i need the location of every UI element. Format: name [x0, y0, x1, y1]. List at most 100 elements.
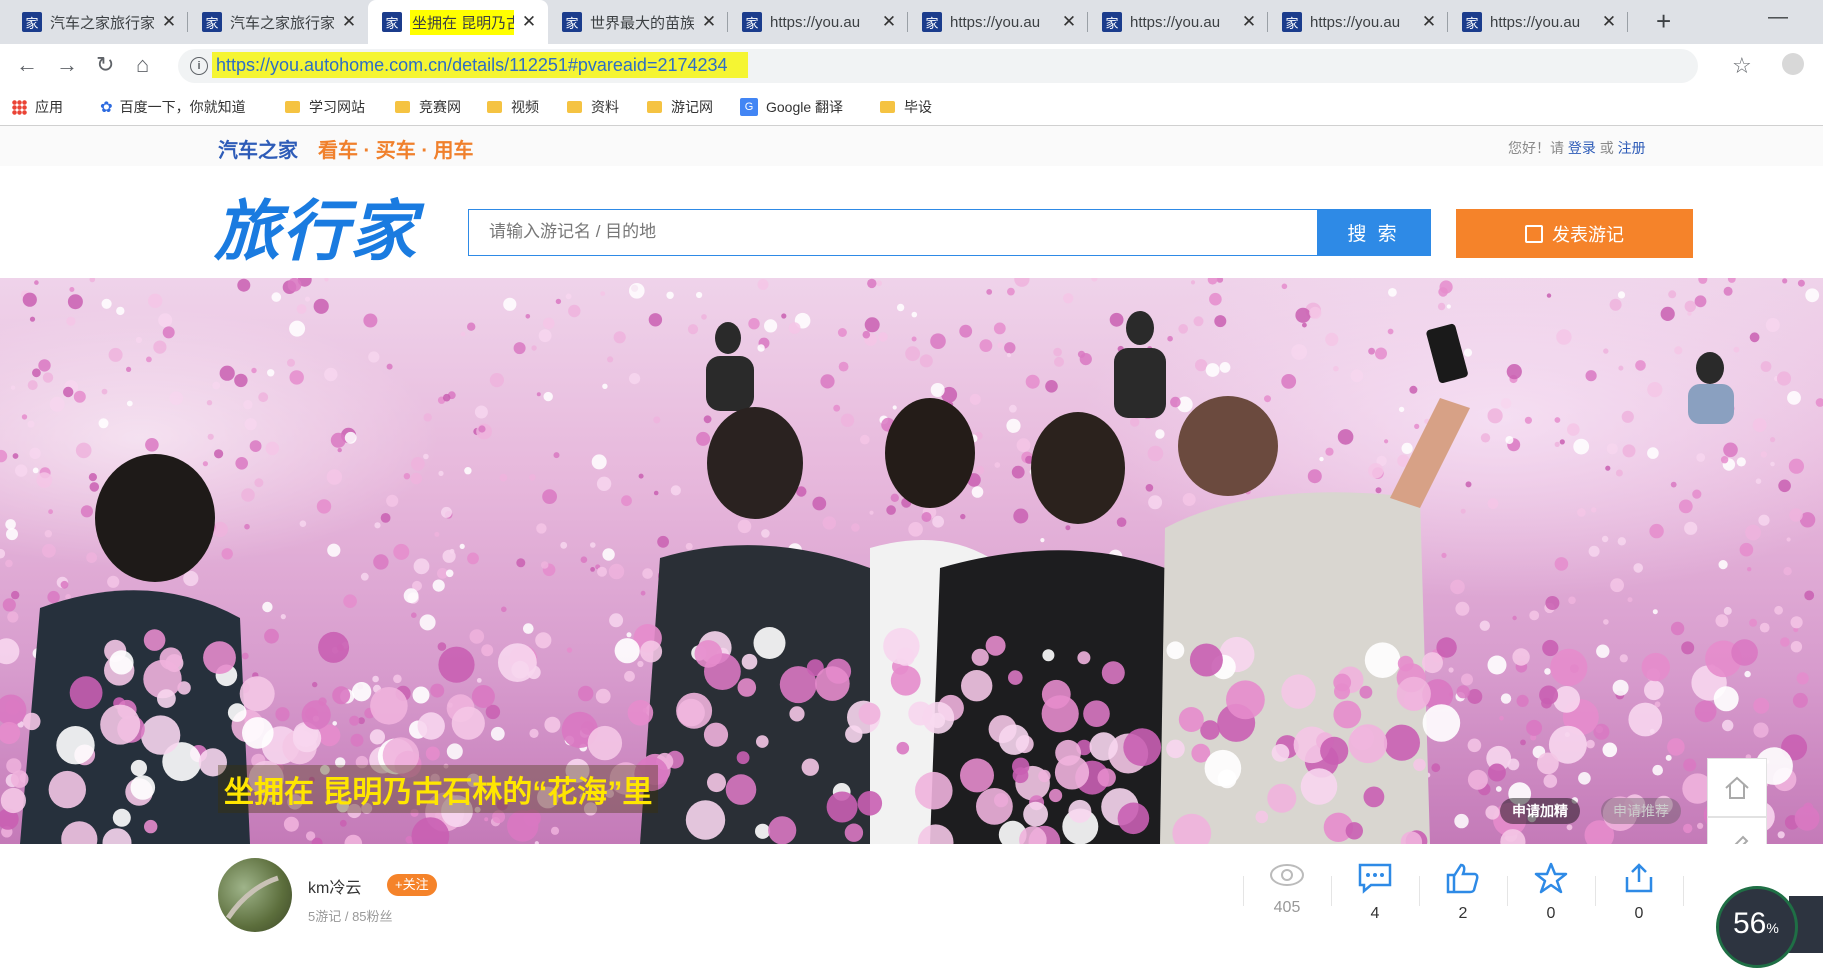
site-logo[interactable]: 旅行家	[214, 178, 418, 274]
search-input[interactable]	[469, 210, 1315, 254]
browser-tab[interactable]: 家世界最大的苗族 ✕	[548, 0, 728, 44]
register-link[interactable]: 注册	[1618, 140, 1646, 156]
views-stat: 405	[1243, 862, 1331, 917]
close-tab-icon[interactable]: ✕	[340, 12, 358, 32]
login-link[interactable]: 登录	[1568, 140, 1596, 156]
bookmark-item[interactable]: 应用	[12, 97, 63, 117]
back-icon[interactable]: ←	[16, 52, 38, 78]
share-count: 0	[1634, 905, 1644, 922]
home-icon[interactable]: ⌂	[136, 52, 149, 78]
autohome-favicon-icon: 家	[562, 12, 582, 32]
browser-tab[interactable]: 家 https://you.au ✕	[1088, 0, 1268, 44]
share-stat[interactable]: 0	[1595, 862, 1683, 923]
views-count: 405	[1273, 899, 1301, 916]
address-bar[interactable]: i https://you.autohome.com.cn/details/11…	[178, 49, 1698, 83]
flower-field-photo	[0, 278, 1823, 844]
browser-tab[interactable]: 家坐拥在 昆明乃古 ✕	[368, 0, 548, 44]
speed-value: 56	[1733, 907, 1767, 940]
divider	[1683, 876, 1684, 906]
info-icon[interactable]: i	[190, 57, 208, 75]
comments-stat[interactable]: 4	[1331, 862, 1419, 923]
apps-grid-icon	[12, 99, 27, 115]
tab-title: 汽车之家旅行家	[230, 14, 334, 32]
speed-percent-sign: %	[1766, 920, 1779, 936]
bookmark-item[interactable]: 游记网	[647, 97, 713, 117]
thumbs-up-icon	[1446, 863, 1479, 894]
bookmark-label: 游记网	[671, 99, 713, 115]
tab-title: 汽车之家旅行家	[50, 14, 154, 32]
search-button[interactable]: 搜 索	[1317, 210, 1430, 255]
close-tab-icon[interactable]: ✕	[160, 12, 178, 32]
bookmark-item[interactable]: 资料	[567, 97, 619, 117]
browser-tab[interactable]: 家汽车之家旅行家 ✕	[188, 0, 368, 44]
site-top-bar: 汽车之家 看车 · 买车 · 用车 您好！请 登录 或 注册	[0, 126, 1823, 167]
close-tab-icon[interactable]: ✕	[520, 12, 538, 32]
bookmark-item[interactable]: 毕设	[880, 97, 932, 117]
edit-icon	[1525, 224, 1543, 243]
author-name[interactable]: km冷云	[308, 874, 361, 898]
url-text[interactable]: https://you.autohome.com.cn/details/1122…	[212, 52, 748, 78]
side-home-button[interactable]	[1707, 758, 1767, 817]
folder-icon	[395, 101, 410, 113]
tab-separator	[1627, 12, 1628, 32]
autohome-favicon-icon: 家	[1282, 12, 1302, 32]
bookmark-label: 资料	[591, 99, 619, 115]
bookmark-label: Google 翻译	[766, 99, 844, 115]
forward-icon[interactable]: →	[56, 52, 78, 78]
bookmark-label: 百度一下，你就知道	[119, 99, 246, 115]
close-tab-icon[interactable]: ✕	[1240, 12, 1258, 32]
bookmark-item[interactable]: 学习网站	[285, 97, 365, 117]
browser-tab[interactable]: 家 https://you.au ✕	[1268, 0, 1448, 44]
browser-tab-bar: 家汽车之家旅行家 ✕ 家汽车之家旅行家 ✕ 家坐拥在 昆明乃古 ✕ 家世界最大的苗族 ✕ 家 ht…	[0, 0, 1823, 44]
folder-icon	[285, 101, 300, 113]
close-tab-icon[interactable]: ✕	[1600, 12, 1618, 32]
minimize-button[interactable]: —	[1768, 6, 1788, 29]
bookmark-item[interactable]: 竞赛网	[395, 97, 461, 117]
comment-icon	[1358, 863, 1392, 894]
browser-toolbar: ← → ↻ ⌂ i https://you.autohome.com.cn/de…	[0, 44, 1823, 87]
autohome-favicon-icon: 家	[382, 12, 402, 32]
likes-stat[interactable]: 2	[1419, 862, 1507, 923]
new-tab-button[interactable]: +	[1656, 6, 1671, 37]
browser-tab[interactable]: 家 https://you.au ✕	[728, 0, 908, 44]
close-tab-icon[interactable]: ✕	[880, 12, 898, 32]
avatar-image	[225, 875, 279, 920]
avatar[interactable]	[218, 858, 292, 932]
bookmark-label: 竞赛网	[419, 99, 461, 115]
autohome-favicon-icon: 家	[1102, 12, 1122, 32]
favorites-count: 0	[1546, 905, 1556, 922]
tab-title: 世界最大的苗族	[590, 14, 694, 32]
extension-icon[interactable]	[1782, 53, 1804, 75]
autohome-favicon-icon: 家	[22, 12, 42, 32]
eye-icon	[1270, 864, 1304, 886]
autohome-favicon-icon: 家	[1462, 12, 1482, 32]
browser-tab[interactable]: 家 https://you.au ✕	[908, 0, 1088, 44]
folder-icon	[567, 101, 582, 113]
apply-featured-button[interactable]: 申请加精	[1500, 798, 1580, 824]
or-text: 或	[1599, 140, 1614, 156]
folder-icon	[647, 101, 662, 113]
favorites-stat[interactable]: 0	[1507, 862, 1595, 923]
author-row: km冷云 +关注 5游记 / 85粉丝 405 4 2 0 0	[0, 844, 1823, 953]
apply-recommend-button[interactable]: 申请推荐	[1601, 798, 1681, 824]
browser-tab[interactable]: 家 https://you.au ✕	[1448, 0, 1628, 44]
bookmark-star-icon[interactable]: ☆	[1732, 53, 1752, 79]
reload-icon[interactable]: ↻	[96, 52, 114, 78]
follow-button[interactable]: +关注	[387, 874, 437, 896]
close-tab-icon[interactable]: ✕	[1420, 12, 1438, 32]
browser-tab[interactable]: 家汽车之家旅行家 ✕	[8, 0, 188, 44]
star-icon	[1534, 862, 1568, 894]
bookmark-label: 学习网站	[309, 99, 365, 115]
close-tab-icon[interactable]: ✕	[700, 12, 718, 32]
close-tab-icon[interactable]: ✕	[1060, 12, 1078, 32]
article-title: 坐拥在 昆明乃古石林的“花海”里	[218, 765, 659, 813]
network-speed-widget[interactable]: 56%	[1716, 886, 1798, 968]
autohome-brand[interactable]: 汽车之家	[218, 134, 298, 163]
bookmark-item[interactable]: 视频	[487, 97, 539, 117]
likes-count: 2	[1458, 905, 1468, 922]
bookmark-item[interactable]: G Google 翻译	[740, 97, 843, 117]
comments-count: 4	[1370, 905, 1380, 922]
publish-travelog-button[interactable]: 发表游记	[1456, 209, 1693, 258]
bookmark-item[interactable]: ✿ 百度一下，你就知道	[100, 97, 246, 117]
publish-label: 发表游记	[1552, 224, 1624, 245]
